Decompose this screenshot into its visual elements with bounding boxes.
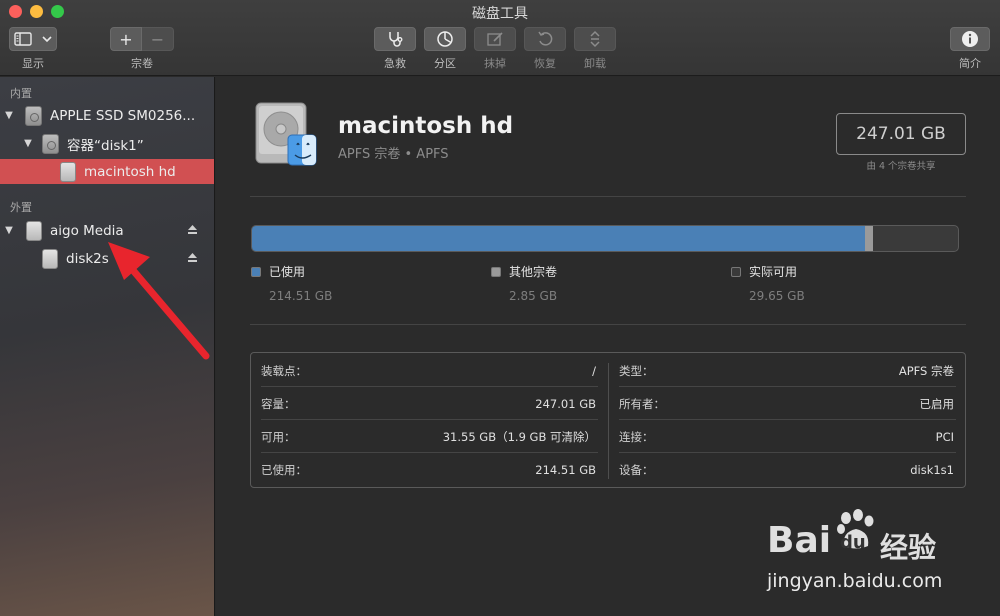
- watermark-brand-a: Bai: [767, 520, 832, 561]
- watermark-brand-c: 经验: [880, 531, 937, 564]
- baidu-watermark: Bai du 经验 jingyan.baidu.com: [762, 502, 992, 602]
- watermark-brand-b: du: [840, 532, 866, 553]
- watermark-url: jingyan.baidu.com: [767, 570, 943, 592]
